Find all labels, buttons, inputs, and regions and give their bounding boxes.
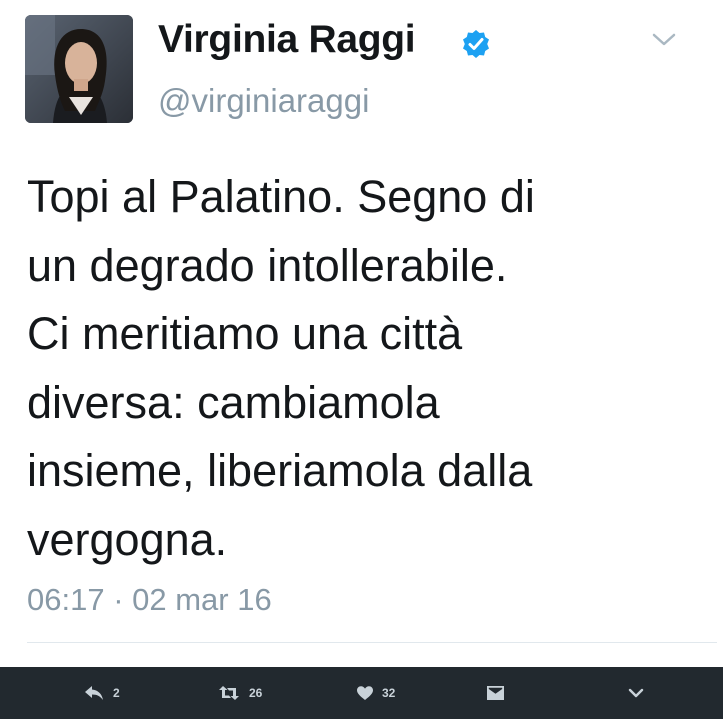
- heart-icon: [357, 685, 373, 701]
- tweet-line: Topi al Palatino. Segno di: [27, 171, 535, 222]
- action-bar: 2 26 32: [0, 667, 723, 719]
- like-count: 32: [382, 686, 396, 700]
- reply-button[interactable]: 2: [84, 667, 120, 719]
- direct-message-button[interactable]: [487, 667, 504, 719]
- display-name[interactable]: Virginia Raggi: [158, 18, 416, 62]
- like-button[interactable]: 32: [357, 667, 395, 719]
- tweet-timestamp[interactable]: 06:17 · 02 mar 16: [27, 582, 272, 618]
- more-button[interactable]: [628, 667, 644, 719]
- retweet-icon: [218, 685, 240, 701]
- reply-icon: [84, 685, 104, 701]
- avatar[interactable]: [25, 15, 133, 123]
- divider: [27, 642, 717, 643]
- tweet-line: vergogna.: [27, 513, 228, 565]
- verified-icon: [460, 28, 492, 60]
- chevron-down-icon: [628, 687, 644, 699]
- message-icon: [487, 686, 504, 700]
- tweet-line: insieme, liberiamola dalla: [27, 445, 533, 496]
- tweet-line: un degrado intollerabile.: [27, 239, 508, 291]
- retweet-count: 26: [249, 686, 263, 700]
- tweet-card: Virginia Raggi @virginiaraggi Topi al Pa…: [0, 0, 723, 667]
- tweet-line: diversa: cambiamola: [27, 376, 440, 428]
- tweet-line: Ci meritiamo una città: [27, 308, 463, 359]
- reply-count: 2: [113, 686, 120, 700]
- chevron-down-icon[interactable]: [650, 30, 678, 50]
- user-handle[interactable]: @virginiaraggi: [158, 82, 369, 120]
- retweet-button[interactable]: 26: [218, 667, 262, 719]
- tweet-text: Topi al Palatino. Segno di un degrado in…: [27, 163, 707, 574]
